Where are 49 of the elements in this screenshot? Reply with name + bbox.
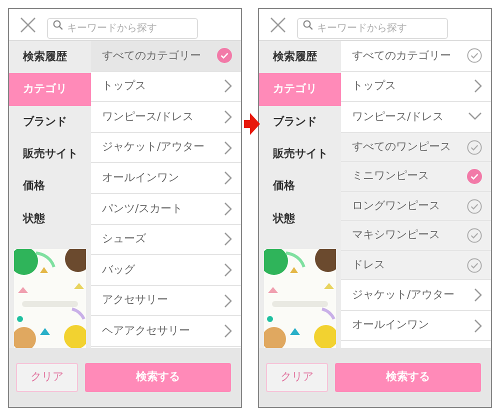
check-icon[interactable] — [467, 228, 482, 244]
category-label: すべてのカテゴリー — [352, 48, 451, 64]
sidebar-item[interactable]: 状態 — [9, 202, 91, 235]
category-label: ドレス — [352, 256, 385, 273]
sidebar-item[interactable]: ブランド — [9, 106, 91, 138]
close-icon[interactable] — [269, 16, 287, 34]
category-label: オールインワン — [102, 170, 179, 186]
category-row[interactable]: ミニワンピース — [341, 162, 491, 192]
category-label: ジャケット/アウター — [102, 139, 205, 156]
category-label: アクセサリー — [102, 292, 168, 308]
category-row[interactable]: ドレス — [341, 250, 491, 280]
check-icon[interactable] — [467, 258, 482, 273]
category-label: ワンピース/ドレス — [102, 108, 194, 125]
search-field[interactable]: キーワードから探す — [47, 18, 198, 39]
category-label: トップス — [352, 78, 396, 94]
search-icon — [53, 20, 63, 30]
sidebar-item[interactable]: 検索履歴 — [9, 41, 91, 74]
category-row[interactable]: すべてのワンピース — [341, 132, 491, 162]
category-label: バッグ — [102, 262, 135, 278]
category-label: ミニワンピース — [352, 168, 429, 184]
category-label: ヘアアクセサリー — [102, 322, 190, 339]
sidebar-item[interactable]: 状態 — [259, 202, 341, 235]
check-icon[interactable] — [467, 140, 482, 155]
search-field[interactable]: キーワードから探す — [297, 18, 448, 39]
check-icon[interactable] — [467, 48, 482, 64]
close-icon[interactable] — [19, 16, 37, 34]
category-label: すべてのワンピース — [352, 138, 451, 155]
category-label: トップス — [102, 78, 146, 94]
category-label: ジャケット/アウター — [352, 286, 455, 303]
category-label: ワンピース/ドレス — [352, 108, 444, 125]
sidebar-item[interactable]: ブランド — [259, 106, 341, 138]
category-label: オールインワン — [352, 317, 429, 334]
category-label: パンツ/スカート — [102, 200, 183, 217]
sidebar-item[interactable]: 販売サイト — [9, 138, 91, 170]
category-row[interactable]: マキシワンピース — [341, 221, 491, 251]
sidebar-item[interactable]: 価格 — [259, 170, 341, 203]
category-label: マキシワンピース — [352, 227, 440, 244]
category-label: ロングワンピース — [352, 198, 440, 214]
check-icon[interactable] — [217, 48, 232, 64]
sidebar-item[interactable]: 価格 — [9, 170, 91, 203]
category-label: シューズ — [102, 231, 146, 248]
category-label: すべてのカテゴリー — [102, 48, 201, 64]
category-row[interactable]: ロングワンピース — [341, 192, 491, 222]
search-icon — [303, 20, 313, 30]
check-icon[interactable] — [467, 169, 482, 184]
check-icon[interactable] — [467, 198, 482, 214]
sidebar-item[interactable]: 販売サイト — [259, 138, 341, 170]
arrow-icon — [244, 113, 260, 135]
sidebar-item[interactable]: 検索履歴 — [259, 41, 341, 74]
